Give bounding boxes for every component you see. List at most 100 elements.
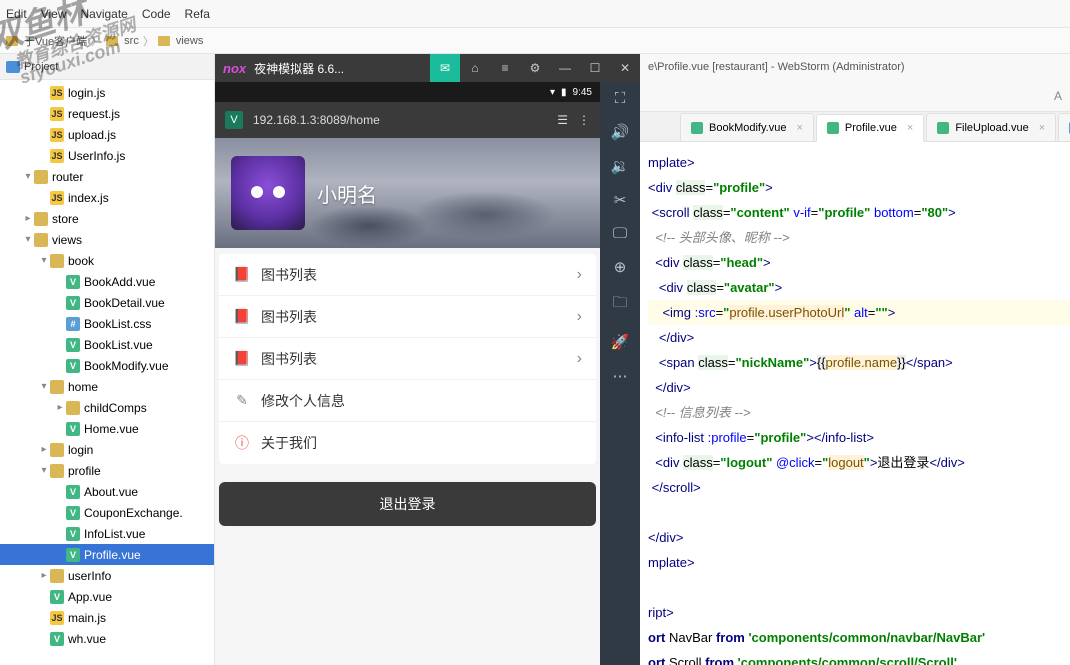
menu-item-修改个人信息[interactable]: ✎修改个人信息 <box>219 380 596 422</box>
more-icon[interactable]: ⋯ <box>613 367 628 385</box>
js-icon: JS <box>50 149 64 163</box>
tree-node-BookAdd.vue[interactable]: VBookAdd.vue <box>0 271 214 292</box>
tree-node-book[interactable]: book <box>0 250 214 271</box>
nox-titlebar: nox 夜神模拟器 6.6... ✉ ⌂ ≡ ⚙ — ☐ ✕ <box>215 54 640 82</box>
menu-item-图书列表[interactable]: 📕图书列表› <box>219 338 596 380</box>
nox-close-button[interactable]: ✕ <box>610 54 640 82</box>
tree-node-request.js[interactable]: JSrequest.js <box>0 103 214 124</box>
wifi-icon: ▾ <box>550 87 555 98</box>
tab-Profile.vue[interactable]: Profile.vue× <box>816 114 924 142</box>
editor-tabs: BookModify.vue×Profile.vue×FileUpload.vu… <box>640 112 1070 142</box>
folder-icon <box>50 569 64 583</box>
chevron-right-icon: › <box>577 266 582 284</box>
menu-code[interactable]: Code <box>142 7 171 21</box>
menu-navigate[interactable]: Navigate <box>80 7 127 21</box>
tree-node-BookList.vue[interactable]: VBookList.vue <box>0 334 214 355</box>
breadcrumb-item[interactable]: src <box>124 35 139 47</box>
vue-icon: V <box>66 359 80 373</box>
menu-list: 📕图书列表›📕图书列表›📕图书列表›✎修改个人信息ⓘ关于我们 <box>219 254 596 464</box>
url-bar: V 192.168.1.3:8089/home ☰ ⋮ <box>215 102 600 138</box>
project-header[interactable]: Project <box>0 54 214 80</box>
tree-node-login.js[interactable]: JSlogin.js <box>0 82 214 103</box>
tree-node-UserInfo.js[interactable]: JSUserInfo.js <box>0 145 214 166</box>
vue-icon: V <box>50 632 64 646</box>
tree-node-userInfo[interactable]: userInfo <box>0 565 214 586</box>
js-icon: JS <box>50 191 64 205</box>
tree-node-BookList.css[interactable]: #BookList.css <box>0 313 214 334</box>
project-tree: JSlogin.jsJSrequest.jsJSupload.jsJSUserI… <box>0 80 214 665</box>
chevron-right-icon: › <box>577 350 582 368</box>
project-panel: Project JSlogin.jsJSrequest.jsJSupload.j… <box>0 54 215 665</box>
tab-FileUpload.vue[interactable]: FileUpload.vue× <box>926 113 1056 141</box>
tree-node-home[interactable]: home <box>0 376 214 397</box>
tree-node-router[interactable]: router <box>0 166 214 187</box>
nox-maximize-button[interactable]: ☐ <box>580 54 610 82</box>
emulator-sidebar: ⛶ 🔊 🔉 ✂ 🖵 ⊕ 🗀 🚀 ⋯ <box>600 82 640 665</box>
js-icon: JS <box>50 611 64 625</box>
tree-node-store[interactable]: store <box>0 208 214 229</box>
nox-menu-button[interactable]: ≡ <box>490 54 520 82</box>
tree-node-BookDetail.vue[interactable]: VBookDetail.vue <box>0 292 214 313</box>
tree-node-Profile.vue[interactable]: VProfile.vue <box>0 544 214 565</box>
project-label: Project <box>24 61 58 73</box>
vue-icon: V <box>66 275 80 289</box>
rocket-icon[interactable]: 🚀 <box>611 333 630 351</box>
vue-icon: V <box>66 527 80 541</box>
list-icon[interactable]: ☰ <box>557 113 568 127</box>
logout-button[interactable]: 退出登录 <box>219 482 596 526</box>
tree-node-profile[interactable]: profile <box>0 460 214 481</box>
tree-node-login[interactable]: login <box>0 439 214 460</box>
close-icon[interactable]: × <box>1039 122 1045 134</box>
tree-node-upload.js[interactable]: JSupload.js <box>0 124 214 145</box>
folder-icon <box>66 401 80 415</box>
tab-BookModify.vue[interactable]: BookModify.vue× <box>680 113 814 141</box>
menu-icon: 📕 <box>233 350 251 368</box>
css-icon: # <box>66 317 80 331</box>
nox-msg-button[interactable]: ✉ <box>430 54 460 82</box>
close-icon[interactable]: × <box>796 122 802 134</box>
screenshot-icon[interactable]: ✂ <box>614 191 627 209</box>
menu-edit[interactable]: Edit <box>6 7 27 21</box>
editor-panel: e\Profile.vue [restaurant] - WebStorm (A… <box>640 54 1070 665</box>
apk-icon[interactable]: ⊕ <box>614 258 627 276</box>
more-icon[interactable]: ⋮ <box>578 113 590 127</box>
tree-node-childComps[interactable]: childComps <box>0 397 214 418</box>
tree-node-App.vue[interactable]: VApp.vue <box>0 586 214 607</box>
menu-item-图书列表[interactable]: 📕图书列表› <box>219 254 596 296</box>
nox-settings-button[interactable]: ⚙ <box>520 54 550 82</box>
folder-icon <box>50 254 64 268</box>
menu-view[interactable]: View <box>41 7 67 21</box>
tree-node-index.js[interactable]: JSindex.js <box>0 187 214 208</box>
nox-home-button[interactable]: ⌂ <box>460 54 490 82</box>
tree-node-views[interactable]: views <box>0 229 214 250</box>
volume-down-icon[interactable]: 🔉 <box>611 157 630 175</box>
close-icon[interactable]: × <box>907 122 913 134</box>
tree-node-InfoList.vue[interactable]: VInfoList.vue <box>0 523 214 544</box>
breadcrumb-item[interactable]: views <box>176 35 204 47</box>
screen-icon[interactable]: 🖵 <box>613 225 627 242</box>
vue-icon: V <box>66 506 80 520</box>
tree-node-main.js[interactable]: JSmain.js <box>0 607 214 628</box>
profile-header: 小明名 <box>215 138 600 248</box>
menu-item-图书列表[interactable]: 📕图书列表› <box>219 296 596 338</box>
tree-node-wh.vue[interactable]: Vwh.vue <box>0 628 214 649</box>
breadcrumb: 于Vue客户端〉src〉views <box>0 28 1070 54</box>
avatar[interactable] <box>231 156 305 230</box>
nox-logo: nox <box>223 61 246 76</box>
folder-icon[interactable]: 🗀 <box>612 292 627 317</box>
tree-node-BookModify.vue[interactable]: VBookModify.vue <box>0 355 214 376</box>
tab-B[interactable]: B× <box>1058 113 1070 141</box>
code-area[interactable]: mplate> <div class="profile"> <scroll cl… <box>640 142 1070 665</box>
fullscreen-icon[interactable]: ⛶ <box>615 90 626 107</box>
volume-up-icon[interactable]: 🔊 <box>611 123 630 141</box>
tree-node-About.vue[interactable]: VAbout.vue <box>0 481 214 502</box>
tree-node-CouponExchange.[interactable]: VCouponExchange. <box>0 502 214 523</box>
nox-title: 夜神模拟器 6.6... <box>254 60 430 77</box>
project-icon <box>6 61 20 73</box>
tree-node-Home.vue[interactable]: VHome.vue <box>0 418 214 439</box>
breadcrumb-item[interactable]: 于Vue客户端 <box>24 33 87 49</box>
nox-minimize-button[interactable]: — <box>550 54 580 82</box>
url-text: 192.168.1.3:8089/home <box>253 113 547 127</box>
menu-refa[interactable]: Refa <box>185 7 210 21</box>
menu-item-关于我们[interactable]: ⓘ关于我们 <box>219 422 596 464</box>
